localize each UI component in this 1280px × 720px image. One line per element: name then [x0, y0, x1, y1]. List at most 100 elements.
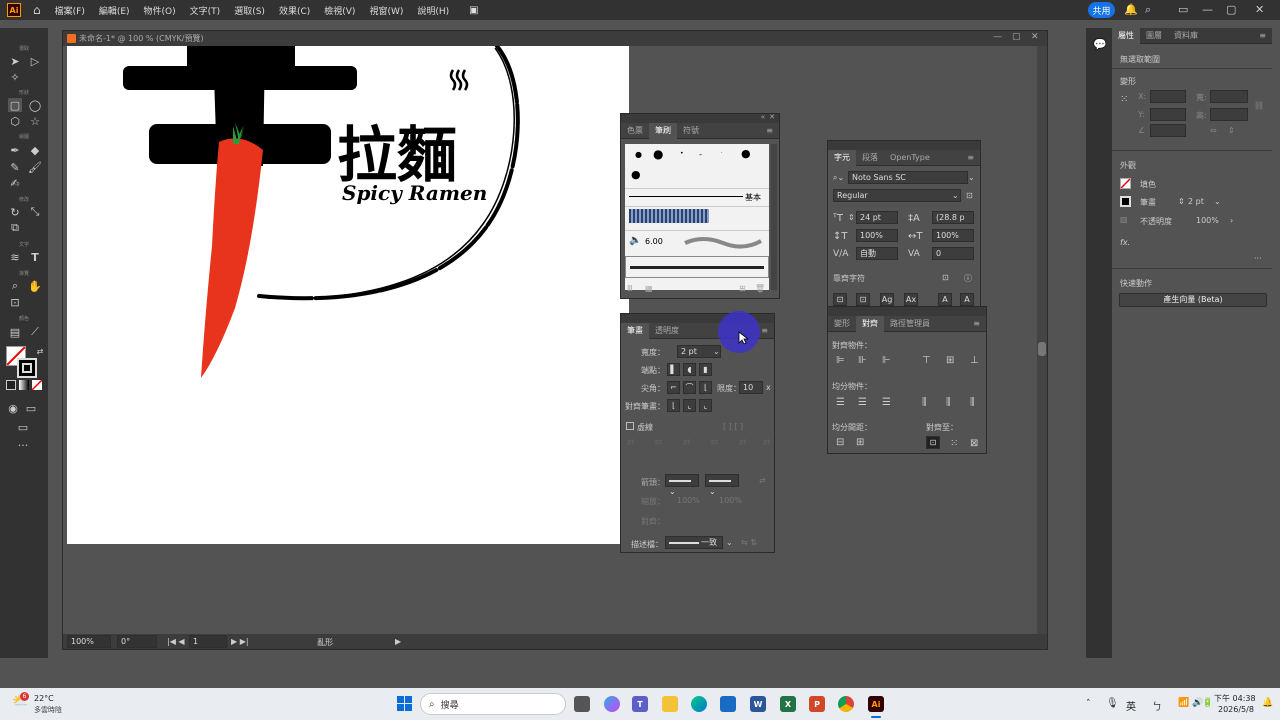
fill-none-swatch[interactable]	[1120, 178, 1131, 189]
w-field[interactable]	[1210, 90, 1248, 103]
align-outside-stroke-icon[interactable]: ⌞	[699, 399, 712, 412]
tab-align[interactable]: 對齊	[856, 315, 884, 332]
brush-dot[interactable]: ·	[721, 150, 723, 156]
word-icon[interactable]: W	[750, 696, 766, 712]
generate-vector-button[interactable]: 產生向量 (Beta)	[1119, 293, 1267, 307]
start-arrow-select[interactable]: ⌄	[665, 474, 699, 496]
warp-tool-icon[interactable]: ≋	[8, 250, 22, 264]
bevel-join-icon[interactable]: ⌊	[699, 381, 712, 394]
align-to-selection-icon[interactable]: ⊡	[926, 436, 940, 449]
align-to-key-icon[interactable]: ⁙	[950, 438, 958, 449]
y-field[interactable]	[1150, 108, 1186, 121]
start-icon[interactable]	[397, 696, 412, 711]
document-close-icon[interactable]	[67, 34, 76, 43]
brush-calligraphic-row[interactable]: 🔈 6.00	[625, 230, 769, 254]
font-search-icon[interactable]: ⌕⌄	[833, 173, 844, 183]
paintbrush-tool-icon[interactable]: 🖌	[28, 160, 42, 174]
menu-effect[interactable]: 效果(C)	[279, 4, 310, 17]
more-tools-icon[interactable]: ···	[16, 438, 30, 452]
brush-library-icon[interactable]: Ⅲ	[627, 284, 633, 293]
eraser-tool-icon[interactable]: ◆	[28, 143, 42, 157]
stroke-weight-dropdown-icon[interactable]: ⌄	[1214, 197, 1221, 206]
task-view-icon[interactable]	[574, 696, 590, 712]
brush-dots-row[interactable]: ● ● • - · ● ●	[625, 144, 769, 186]
artboard-tool-icon[interactable]: ⊡	[8, 295, 22, 309]
magic-wand-icon[interactable]: ✧	[8, 70, 22, 84]
tab-layers[interactable]: 圖層	[1140, 30, 1168, 41]
new-brush-icon[interactable]: ⊞	[739, 284, 746, 293]
ellipse-tool-icon[interactable]: ◯	[28, 98, 42, 112]
copilot-icon[interactable]	[604, 696, 620, 712]
scroll-thumb[interactable]	[1038, 342, 1046, 356]
arrow-scale-end[interactable]: 100%	[719, 496, 742, 505]
limit-field[interactable]: 10	[739, 381, 763, 394]
store-icon[interactable]	[720, 696, 736, 712]
teams-icon[interactable]: T	[632, 696, 648, 712]
screen-mode-icon[interactable]: ▭	[24, 401, 38, 415]
color-mode-icon[interactable]	[6, 380, 16, 390]
snap-baseline-icon[interactable]: ⊡	[833, 293, 847, 306]
brush-dot[interactable]: •	[680, 150, 684, 157]
font-family-field[interactable]: Noto Sans SC	[848, 171, 968, 184]
tab-opentype[interactable]: OpenType	[884, 153, 936, 162]
status-menu-icon[interactable]: ▶	[395, 637, 401, 646]
pen-tool-icon[interactable]: ✒	[8, 143, 22, 157]
weather-temp[interactable]: 22°C	[34, 694, 54, 703]
swap-colors-icon[interactable]: ⇄	[33, 344, 47, 358]
vscale-field[interactable]: 100%	[856, 229, 898, 242]
panel-menu-icon[interactable]: ≡	[760, 126, 779, 135]
dashed-checkbox[interactable]	[626, 422, 634, 430]
tab-paragraph[interactable]: 段落	[856, 152, 884, 163]
dist-left-icon[interactable]: ⫼	[922, 397, 927, 408]
document-tab[interactable]: 未命名-1* @ 100 % (CMYK/預覽) — ▢ ✕	[63, 31, 1047, 46]
align-hcenter-icon[interactable]: ⊪	[858, 355, 867, 366]
bell-icon[interactable]: 🔔	[1124, 3, 1138, 16]
share-button[interactable]: 共用	[1088, 2, 1115, 18]
menu-help[interactable]: 說明(H)	[417, 4, 449, 17]
arrow-scale-start[interactable]: 100%	[677, 496, 700, 505]
selection-tool-icon[interactable]: ➤	[8, 54, 22, 68]
microphone-icon[interactable]: 🎙	[1106, 698, 1119, 709]
doc-close-icon[interactable]: ✕	[1031, 32, 1039, 42]
projecting-cap-icon[interactable]: ▮	[699, 363, 712, 376]
dist-bottom-icon[interactable]: ☰	[882, 397, 891, 408]
minimize-icon[interactable]: —	[1202, 3, 1213, 16]
align-center-stroke-icon[interactable]: ⌊	[667, 399, 680, 412]
panel-header[interactable]	[828, 307, 986, 316]
menu-view[interactable]: 檢視(V)	[324, 4, 355, 17]
snap-proximity-icon[interactable]: Ax	[904, 293, 918, 306]
tab-properties[interactable]: 屬性	[1112, 27, 1140, 44]
fx-label[interactable]: fx.	[1120, 238, 1130, 247]
delete-brush-icon[interactable]: 🗑	[755, 284, 765, 293]
doc-maximize-icon[interactable]: ▢	[1012, 32, 1021, 42]
gradient-tool-icon[interactable]: ▤	[8, 325, 22, 339]
align-top-icon[interactable]: ⊤	[922, 355, 931, 366]
snap-angular-icon[interactable]: A	[938, 293, 952, 306]
eyedropper-icon[interactable]: ⟋	[28, 325, 42, 339]
tab-pathfinder[interactable]: 路徑管理員	[884, 318, 936, 329]
hscale-field[interactable]: 100%	[932, 229, 974, 242]
x-field[interactable]	[1150, 90, 1186, 103]
menu-window[interactable]: 視窗(W)	[369, 4, 403, 17]
artboard-nav-next-icon[interactable]: ▶ ▶|	[231, 637, 249, 646]
rectangle-tool-icon[interactable]: ▢	[8, 98, 22, 112]
blob-brush-icon[interactable]: ✍	[8, 176, 22, 190]
rotate-tool-icon[interactable]: ↻	[8, 205, 22, 219]
font-size-stepper[interactable]: ⇕	[848, 213, 855, 222]
rotation-field[interactable]: 0°	[117, 635, 157, 648]
zoom-field[interactable]: 100%	[67, 635, 111, 648]
artboard-number-field[interactable]: 1	[189, 635, 227, 648]
panel-menu-icon[interactable]: ≡	[967, 319, 986, 328]
home-icon[interactable]: ⌂	[33, 3, 41, 17]
more-options-icon[interactable]: ···	[1254, 254, 1262, 263]
dist-top-icon[interactable]: ☰	[836, 397, 845, 408]
hand-tool-icon[interactable]: ✋	[28, 279, 42, 293]
file-explorer-icon[interactable]	[662, 696, 678, 712]
reference-point-icon[interactable]: ⁙	[1120, 94, 1128, 105]
touch-type-icon[interactable]: ⊡	[966, 191, 973, 200]
ime-mode-icon[interactable]: ㄅ	[1152, 698, 1162, 713]
brush-dot[interactable]: -	[699, 150, 702, 159]
polygon-tool-icon[interactable]: ⬡	[8, 114, 22, 128]
dist-hspace-icon[interactable]: ⊞	[856, 437, 864, 448]
close-panel-icon[interactable]: ✕	[769, 113, 775, 121]
